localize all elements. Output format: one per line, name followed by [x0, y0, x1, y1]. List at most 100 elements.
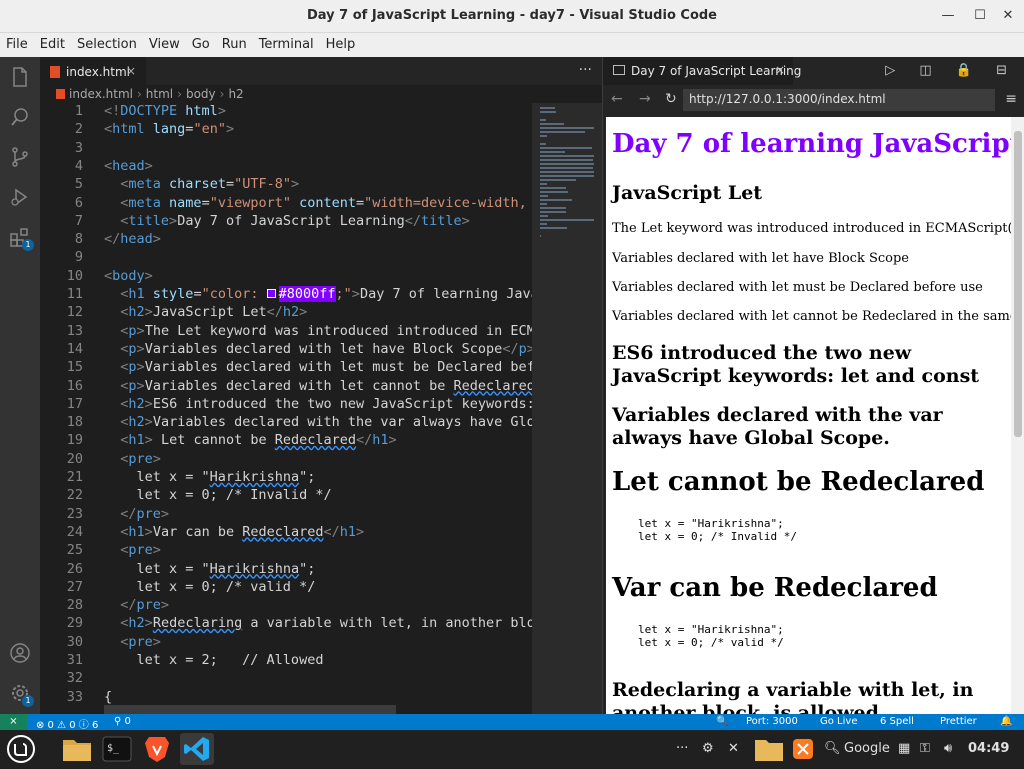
menu-go[interactable]: Go [186, 33, 216, 52]
back-icon[interactable]: ← [611, 91, 623, 107]
account-icon[interactable] [8, 641, 32, 665]
forward-icon[interactable]: → [639, 91, 651, 107]
minimize-button[interactable]: — [940, 8, 956, 24]
code-line[interactable]: 2 <html lang="en"> [40, 121, 532, 139]
code-line[interactable]: 1 <!DOCTYPE html> [40, 103, 532, 121]
network-icon[interactable]: ⚿ [920, 741, 930, 756]
folder-icon[interactable] [752, 733, 786, 765]
clock[interactable]: 04:49 [968, 741, 1009, 756]
code-line[interactable]: 25 <pre> [40, 542, 532, 560]
close-tab-icon[interactable]: × [775, 63, 785, 77]
remote-indicator[interactable]: ⨯ [0, 714, 27, 730]
url-input[interactable]: http://127.0.0.1:3000/index.html [683, 89, 995, 111]
terminal-icon[interactable]: $_ [100, 733, 134, 765]
source-control-icon[interactable] [8, 145, 32, 169]
code-line[interactable]: 32 [40, 670, 532, 688]
code-line[interactable]: 26 let x = "Harikrishna"; [40, 561, 532, 579]
code-line[interactable]: 20 <pre> [40, 451, 532, 469]
mint-menu-icon[interactable] [4, 733, 38, 765]
tab-index-html[interactable]: index.html × [40, 57, 146, 85]
menu-icon[interactable]: ≡ [1005, 91, 1017, 107]
menu-help[interactable]: Help [320, 33, 362, 52]
code-line[interactable]: 11 <h1 style="color: #8000ff;">Day 7 of … [40, 286, 532, 304]
paragraph-1: The Let keyword was introduced introduce… [612, 221, 1011, 236]
code-line[interactable]: 9 [40, 249, 532, 267]
port-status[interactable]: Port: 3000 [746, 716, 798, 727]
code-line[interactable]: 19 <h1> Let cannot be Redeclared</h1> [40, 432, 532, 450]
minimap-line [540, 223, 547, 225]
maximize-button[interactable]: ☐ [972, 8, 988, 24]
preview-scrollbar[interactable] [1011, 117, 1024, 714]
menu-edit[interactable]: Edit [34, 33, 71, 52]
close-window-button[interactable]: ✕ [1000, 8, 1016, 24]
ports-status[interactable]: ⚲ 0 [114, 716, 131, 727]
menu-view[interactable]: View [143, 33, 186, 52]
minimap[interactable] [532, 103, 602, 714]
menu-terminal[interactable]: Terminal [253, 33, 320, 52]
code-line[interactable]: 22 let x = 0; /* Invalid */ [40, 487, 532, 505]
search-label[interactable]: Google [844, 741, 890, 756]
code-line[interactable]: 21 let x = "Harikrishna"; [40, 469, 532, 487]
code-line[interactable]: 8 </head> [40, 231, 532, 249]
more-actions-icon[interactable]: ··· [579, 62, 592, 78]
spell-status[interactable]: 6 Spell [880, 716, 914, 727]
prettier-status[interactable]: Prettier [940, 716, 977, 727]
problems-status[interactable]: ⊗ 0 ⚠ 0 ⓘ 6 [36, 716, 98, 731]
code-editor[interactable]: 1 <!DOCTYPE html> 2 <html lang="en"> 3 4 <head… [40, 103, 532, 714]
code-line[interactable]: 28 </pre> [40, 597, 532, 615]
vscode-icon[interactable] [180, 733, 214, 765]
minimap-line [540, 131, 585, 133]
brave-browser-icon[interactable] [140, 733, 174, 765]
system-icon[interactable]: ⚙ [702, 741, 714, 756]
workspace-icon[interactable]: ▦ [898, 741, 910, 756]
notifications-icon[interactable]: 🔔 [1000, 716, 1012, 727]
code-line[interactable]: 10 <body> [40, 268, 532, 286]
menu-file[interactable]: File [0, 33, 34, 52]
code-line[interactable]: 29 <h2>Redeclaring a variable with let, … [40, 615, 532, 633]
code-line[interactable]: 4 <head> [40, 158, 532, 176]
code-line[interactable]: 18 <h2>Variables declared with the var a… [40, 414, 532, 432]
close-icon[interactable]: ✕ [728, 741, 739, 756]
code-line[interactable]: 31 let x = 2; // Allowed [40, 652, 532, 670]
scroll-thumb[interactable] [1014, 131, 1022, 437]
code-line[interactable]: 17 <h2>ES6 introduced the two new JavaSc… [40, 396, 532, 414]
files-icon[interactable] [8, 65, 32, 89]
reload-icon[interactable]: ↻ [665, 91, 677, 107]
extensions-icon[interactable]: 1 [8, 225, 34, 251]
code-line[interactable]: 24 <h1>Var can be Redeclared</h1> [40, 524, 532, 542]
code-line[interactable]: 13 <p>The Let keyword was introduced int… [40, 323, 532, 341]
menu-run[interactable]: Run [216, 33, 253, 52]
breadcrumb-body[interactable]: body [186, 87, 216, 101]
code-line[interactable]: 15 <p>Variables declared with let must b… [40, 359, 532, 377]
zoom-icon[interactable]: 🔍 [716, 716, 728, 727]
settings-gear-icon[interactable]: 1 [8, 681, 34, 707]
menu-selection[interactable]: Selection [71, 33, 143, 52]
overflow-icon[interactable]: ··· [676, 741, 688, 756]
search-icon[interactable]: 🔍︎ [824, 741, 841, 756]
preview-actions[interactable]: ▷ ◫ 🔒 ⊟ [885, 63, 1017, 78]
breadcrumb-file[interactable]: index.html [69, 87, 133, 101]
close-tab-icon[interactable]: × [126, 64, 136, 78]
code-line[interactable]: 16 <p>Variables declared with let cannot… [40, 378, 532, 396]
code-line[interactable]: 5 <meta charset="UTF-8"> [40, 176, 532, 194]
breadcrumb-h2[interactable]: h2 [228, 87, 243, 101]
code-line[interactable]: 27 let x = 0; /* valid */ [40, 579, 532, 597]
breadcrumb-html[interactable]: html [146, 87, 173, 101]
code-line[interactable]: 3 [40, 140, 532, 158]
go-live-button[interactable]: Go Live [820, 716, 857, 727]
code-line[interactable]: 23 </pre> [40, 506, 532, 524]
file-manager-icon[interactable] [60, 733, 94, 765]
code-line[interactable]: 7 <title>Day 7 of JavaScript Learning</t… [40, 213, 532, 231]
line-text: let x = 0; /* Invalid */ [104, 487, 332, 504]
xampp-icon[interactable] [790, 733, 816, 765]
search-icon[interactable] [8, 105, 32, 129]
run-debug-icon[interactable] [8, 185, 32, 209]
code-line[interactable]: 14 <p>Variables declared with let have B… [40, 341, 532, 359]
code-line[interactable]: 30 <pre> [40, 634, 532, 652]
minimap-line [540, 235, 541, 237]
line-number: 15 [66, 359, 83, 376]
tab-preview[interactable]: Day 7 of JavaScript Learning × [603, 57, 801, 85]
code-line[interactable]: 6 <meta name="viewport" content="width=d… [40, 195, 532, 213]
volume-icon[interactable]: 🔊︎ [944, 741, 952, 756]
code-line[interactable]: 12 <h2>JavaScript Let</h2> [40, 304, 532, 322]
